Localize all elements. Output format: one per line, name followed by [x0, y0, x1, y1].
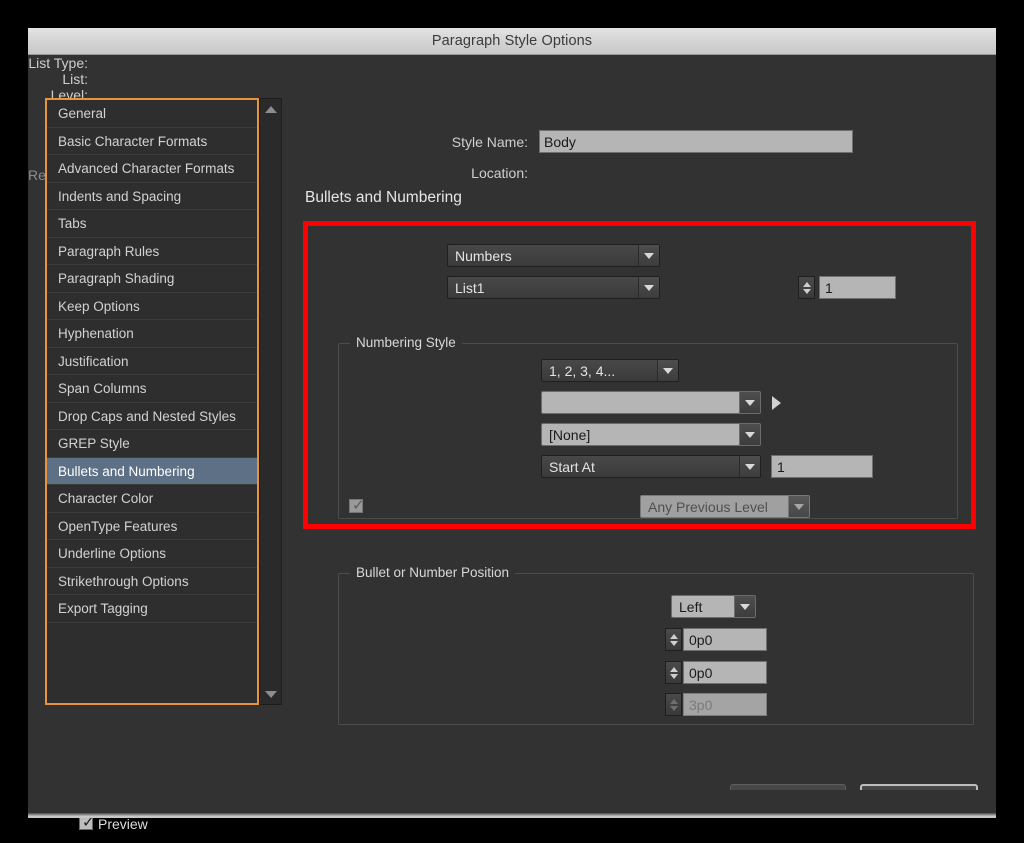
chevron-down-icon[interactable] — [739, 392, 760, 413]
sidebar-item-hyphenation[interactable]: Hyphenation — [47, 320, 257, 348]
sidebar-item-bullets-and-numbering[interactable]: Bullets and Numbering — [47, 458, 257, 486]
list-value: List1 — [448, 280, 638, 296]
screen: Paragraph Style Options GeneralBasic Cha… — [0, 0, 1024, 843]
sidebar-item-underline-options[interactable]: Underline Options — [47, 540, 257, 568]
list-label: List: — [28, 71, 88, 87]
sidebar-item-paragraph-shading[interactable]: Paragraph Shading — [47, 265, 257, 293]
first-line-indent-input[interactable] — [683, 661, 767, 684]
preview-label: Preview — [98, 816, 148, 832]
triangle-right-icon[interactable] — [772, 396, 781, 410]
restart-numbers-checkbox[interactable]: ✓ — [349, 499, 363, 513]
sidebar-empty-space — [47, 623, 257, 703]
format-dropdown[interactable]: 1, 2, 3, 4... — [541, 359, 679, 382]
left-indent-input[interactable] — [683, 628, 767, 651]
chevron-down-icon[interactable] — [638, 277, 659, 298]
triangle-up-icon — [265, 106, 277, 113]
chevron-down-icon[interactable] — [739, 424, 760, 445]
settings-category-list[interactable]: GeneralBasic Character FormatsAdvanced C… — [45, 98, 259, 705]
chevron-down-icon[interactable] — [739, 456, 760, 477]
sidebar-item-export-tagging[interactable]: Export Tagging — [47, 595, 257, 623]
sidebar-item-basic-character-formats[interactable]: Basic Character Formats — [47, 128, 257, 156]
sidebar-item-paragraph-rules[interactable]: Paragraph Rules — [47, 238, 257, 266]
mode-dropdown[interactable]: Start At — [541, 455, 761, 478]
dialog-titlebar: Paragraph Style Options — [28, 28, 996, 55]
sidebar-item-advanced-character-formats[interactable]: Advanced Character Formats — [47, 155, 257, 183]
dialog-body: GeneralBasic Character FormatsAdvanced C… — [28, 55, 996, 790]
style-name-label: Style Name: — [328, 134, 528, 150]
tab-position-stepper — [665, 693, 682, 716]
bullet-number-position-group: Bullet or Number Position — [338, 573, 974, 725]
mode-start-at-input[interactable] — [771, 455, 873, 478]
sidebar-item-strikethrough-options[interactable]: Strikethrough Options — [47, 568, 257, 596]
scroll-down-button[interactable] — [260, 686, 281, 702]
number-dropdown[interactable] — [541, 391, 761, 414]
sidebar-item-justification[interactable]: Justification — [47, 348, 257, 376]
sidebar-item-grep-style[interactable]: GREP Style — [47, 430, 257, 458]
level-input[interactable] — [819, 276, 896, 299]
sidebar-item-opentype-features[interactable]: OpenType Features — [47, 513, 257, 541]
tab-position-input — [683, 693, 767, 716]
paragraph-style-options-dialog: Paragraph Style Options GeneralBasic Cha… — [28, 28, 996, 818]
restart-after-value: Any Previous Level — [641, 499, 788, 515]
triangle-down-icon — [265, 691, 277, 698]
alignment-dropdown[interactable]: Left — [671, 595, 756, 618]
list-type-label: List Type: — [28, 55, 88, 71]
sidebar-item-general[interactable]: General — [47, 100, 257, 128]
style-name-input[interactable] — [539, 130, 853, 153]
sidebar-item-span-columns[interactable]: Span Columns — [47, 375, 257, 403]
preview-checkbox[interactable]: ✓ — [79, 816, 93, 830]
left-indent-stepper[interactable] — [665, 628, 682, 651]
level-stepper[interactable] — [798, 276, 815, 299]
format-value: 1, 2, 3, 4... — [542, 363, 657, 379]
dialog-title: Paragraph Style Options — [432, 33, 592, 49]
mode-value: Start At — [542, 459, 739, 475]
scroll-up-button[interactable] — [260, 101, 281, 117]
chevron-down-icon[interactable] — [638, 245, 659, 266]
sidebar-item-keep-options[interactable]: Keep Options — [47, 293, 257, 321]
numbering-style-legend: Numbering Style — [350, 335, 462, 350]
sidebar-item-drop-caps-and-nested-styles[interactable]: Drop Caps and Nested Styles — [47, 403, 257, 431]
chevron-down-icon — [788, 496, 809, 517]
sidebar-item-tabs[interactable]: Tabs — [47, 210, 257, 238]
character-style-value: [None] — [542, 427, 739, 443]
list-type-value: Numbers — [448, 248, 638, 264]
sidebar-item-character-color[interactable]: Character Color — [47, 485, 257, 513]
list-dropdown[interactable]: List1 — [447, 276, 660, 299]
bullet-number-position-legend: Bullet or Number Position — [350, 565, 515, 580]
list-type-dropdown[interactable]: Numbers — [447, 244, 660, 267]
section-heading: Bullets and Numbering — [305, 189, 462, 207]
settings-list-scrollbar[interactable] — [259, 98, 282, 705]
checkmark-icon: ✓ — [352, 497, 365, 513]
dialog-bottom-edge — [28, 790, 996, 818]
sidebar-item-indents-and-spacing[interactable]: Indents and Spacing — [47, 183, 257, 211]
chevron-down-icon[interactable] — [734, 596, 755, 617]
first-line-indent-stepper[interactable] — [665, 661, 682, 684]
alignment-value: Left — [672, 599, 734, 615]
location-label: Location: — [328, 165, 528, 181]
restart-after-dropdown: Any Previous Level — [640, 495, 810, 518]
chevron-down-icon[interactable] — [657, 360, 678, 381]
character-style-dropdown[interactable]: [None] — [541, 423, 761, 446]
